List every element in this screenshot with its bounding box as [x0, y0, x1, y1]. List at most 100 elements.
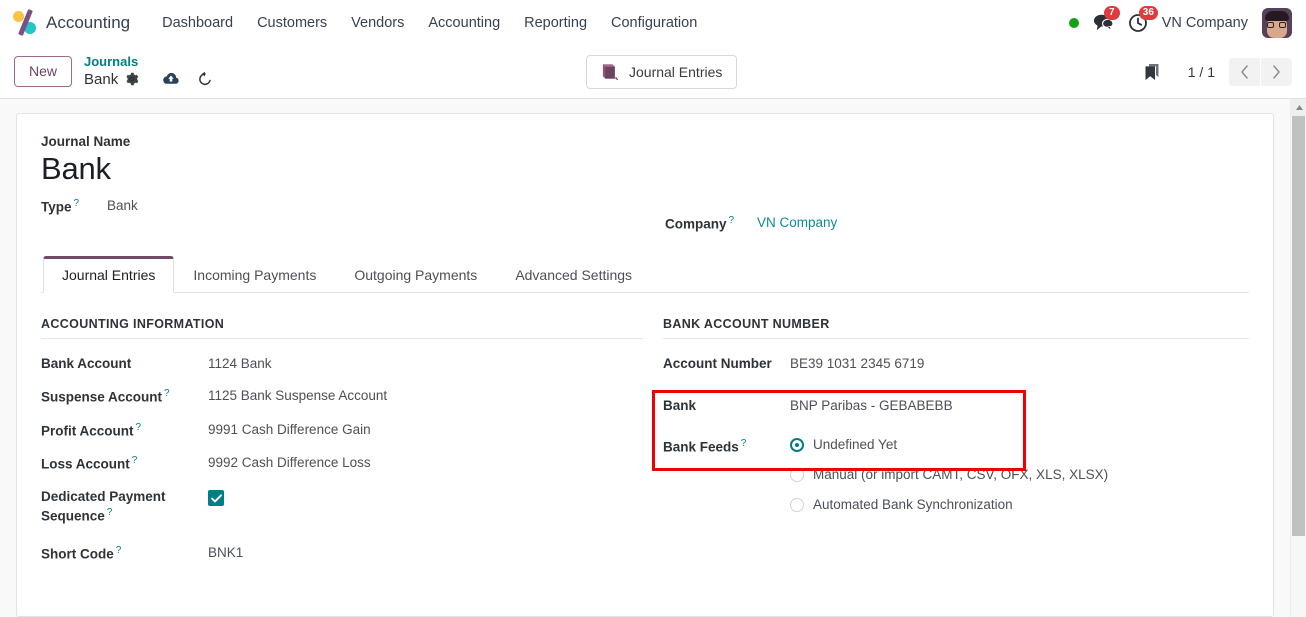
pager-next-button[interactable]	[1261, 57, 1292, 86]
account-number-label: Account Number	[663, 355, 772, 371]
help-tooltip-icon[interactable]: ?	[107, 507, 113, 518]
company-switcher[interactable]: VN Company	[1162, 15, 1248, 31]
profit-account-row: Profit Account? 9991 Cash Difference Gai…	[41, 421, 643, 441]
tab-panel-journal-entries: ACCOUNTING INFORMATION Bank Account 1124…	[41, 293, 1249, 578]
bank-account-value[interactable]: 1124 Bank	[208, 355, 272, 373]
radio-unselected-icon	[790, 497, 804, 512]
bank-feeds-option-label: Manual (or import CAMT, CSV, OFX, XLS, X…	[813, 467, 1109, 483]
new-button[interactable]: New	[14, 56, 73, 87]
menu-item-configuration[interactable]: Configuration	[599, 9, 709, 37]
short-code-label: Short Code?	[41, 545, 122, 562]
profit-account-value[interactable]: 9991 Cash Difference Gain	[208, 421, 371, 439]
short-code-value[interactable]: BNK1	[208, 544, 243, 562]
page-title[interactable]: Bank	[41, 151, 663, 187]
undo-icon[interactable]	[197, 71, 213, 87]
pager-previous-button[interactable]	[1229, 57, 1260, 86]
tab-outgoing-payments[interactable]: Outgoing Payments	[335, 256, 496, 293]
company-value[interactable]: VN Company	[757, 214, 837, 232]
help-tooltip-icon[interactable]: ?	[132, 455, 138, 466]
bank-feeds-option-undefined[interactable]: Undefined Yet	[790, 437, 1108, 452]
main-menu: Dashboard Customers Vendors Accounting R…	[150, 9, 709, 37]
help-tooltip-icon[interactable]: ?	[74, 198, 80, 209]
messages-badge: 7	[1103, 6, 1120, 20]
app-name[interactable]: Accounting	[46, 13, 130, 33]
loss-account-label: Loss Account?	[41, 455, 138, 472]
breadcrumb-parent-journals[interactable]: Journals	[84, 54, 213, 70]
tab-incoming-payments[interactable]: Incoming Payments	[174, 256, 335, 293]
loss-account-row: Loss Account? 9992 Cash Difference Loss	[41, 454, 643, 474]
suspense-account-row: Suspense Account? 1125 Bank Suspense Acc…	[41, 387, 643, 407]
menu-item-reporting[interactable]: Reporting	[512, 9, 599, 37]
dedicated-payment-sequence-row: Dedicated Payment Sequence?	[41, 488, 643, 526]
bank-feeds-option-label: Automated Bank Synchronization	[813, 497, 1013, 513]
chevron-right-icon	[1273, 64, 1280, 79]
company-field-row: Company? VN Company	[665, 214, 1249, 234]
dedicated-payment-sequence-checkbox[interactable]	[208, 490, 224, 507]
bank-feeds-label: Bank Feeds?	[663, 438, 747, 455]
chevron-left-icon	[1241, 64, 1248, 79]
menu-item-accounting[interactable]: Accounting	[416, 9, 512, 37]
help-tooltip-icon[interactable]: ?	[136, 422, 142, 433]
activities-button[interactable]: 36	[1128, 5, 1158, 33]
record-header: Journal Name Bank Type? Bank Company? VN…	[41, 134, 1249, 238]
suspense-account-label: Suspense Account?	[41, 387, 170, 405]
breadcrumb-current-record: Bank	[84, 70, 119, 88]
type-value[interactable]: Bank	[107, 197, 138, 215]
menu-item-dashboard[interactable]: Dashboard	[150, 9, 245, 37]
bank-feeds-option-automated[interactable]: Automated Bank Synchronization	[790, 497, 1108, 512]
bookmark-icon[interactable]	[1144, 63, 1160, 81]
radio-selected-icon	[790, 437, 804, 452]
pager-value[interactable]: 1 / 1	[1184, 64, 1219, 80]
dedicated-payment-sequence-label: Dedicated Payment Sequence?	[41, 489, 166, 524]
radio-unselected-icon	[790, 467, 804, 482]
journal-entries-smart-button[interactable]: Journal Entries	[586, 54, 738, 89]
bank-account-row: Bank Account 1124 Bank	[41, 355, 643, 373]
smart-button-group: Journal Entries	[586, 54, 738, 89]
type-label: Type?	[41, 198, 80, 215]
account-number-row: Account Number BE39 1031 2345 6719	[663, 355, 1249, 373]
cloud-upload-icon[interactable]	[162, 72, 180, 86]
bank-feeds-option-label: Undefined Yet	[813, 437, 898, 453]
vertical-scrollbar[interactable]	[1290, 99, 1306, 617]
bank-feeds-row: Bank Feeds? Undefined Yet Manual (or imp…	[663, 437, 1249, 512]
bank-account-label: Bank Account	[41, 355, 132, 371]
top-navbar: Accounting Dashboard Customers Vendors A…	[0, 0, 1306, 45]
help-tooltip-icon[interactable]: ?	[729, 215, 735, 226]
accounting-information-group: ACCOUNTING INFORMATION Bank Account 1124…	[41, 317, 663, 578]
bank-feeds-option-manual[interactable]: Manual (or import CAMT, CSV, OFX, XLS, X…	[790, 467, 1108, 482]
odoo-logo-icon[interactable]	[12, 8, 38, 36]
form-sheet: Journal Name Bank Type? Bank Company? VN…	[16, 113, 1274, 617]
bank-row: Bank BNP Paribas - GEBABEBB	[663, 397, 1249, 415]
messages-button[interactable]: 7	[1093, 6, 1120, 32]
loss-account-value[interactable]: 9992 Cash Difference Loss	[208, 454, 371, 472]
bank-account-number-group: BANK ACCOUNT NUMBER Account Number BE39 …	[663, 317, 1249, 578]
bank-label: Bank	[663, 397, 697, 413]
scrollbar-thumb[interactable]	[1292, 116, 1305, 536]
help-tooltip-icon[interactable]: ?	[116, 545, 122, 556]
bank-feeds-radio-group: Undefined Yet Manual (or import CAMT, CS…	[790, 437, 1108, 512]
help-tooltip-icon[interactable]: ?	[164, 388, 170, 399]
help-tooltip-icon[interactable]: ?	[741, 438, 747, 449]
journal-name-label: Journal Name	[41, 134, 131, 149]
scroll-up-button[interactable]	[1291, 99, 1306, 116]
notebook-tabs: Journal Entries Incoming Payments Outgoi…	[41, 255, 1249, 293]
suspense-account-value[interactable]: 1125 Bank Suspense Account	[208, 387, 387, 405]
bank-value[interactable]: BNP Paribas - GEBABEBB	[790, 397, 953, 415]
online-status-icon	[1068, 17, 1079, 28]
menu-item-vendors[interactable]: Vendors	[339, 9, 416, 37]
menu-item-customers[interactable]: Customers	[245, 9, 339, 37]
navbar-systray: 7 36 VN Company	[1068, 5, 1296, 38]
breadcrumb: Journals Bank	[84, 54, 213, 88]
type-field-row: Type? Bank	[41, 197, 663, 217]
accounting-information-title: ACCOUNTING INFORMATION	[41, 317, 643, 339]
gear-icon[interactable]	[125, 72, 139, 86]
avatar[interactable]	[1262, 7, 1292, 38]
book-icon	[602, 63, 619, 80]
account-number-value[interactable]: BE39 1031 2345 6719	[790, 355, 924, 373]
profit-account-label: Profit Account?	[41, 421, 142, 439]
tab-journal-entries[interactable]: Journal Entries	[43, 255, 175, 293]
tab-advanced-settings[interactable]: Advanced Settings	[496, 256, 651, 293]
short-code-row: Short Code? BNK1	[41, 544, 643, 564]
journal-entries-smart-button-label: Journal Entries	[629, 63, 723, 80]
control-panel: New Journals Bank Journal Entries 1 / 1	[0, 45, 1306, 99]
